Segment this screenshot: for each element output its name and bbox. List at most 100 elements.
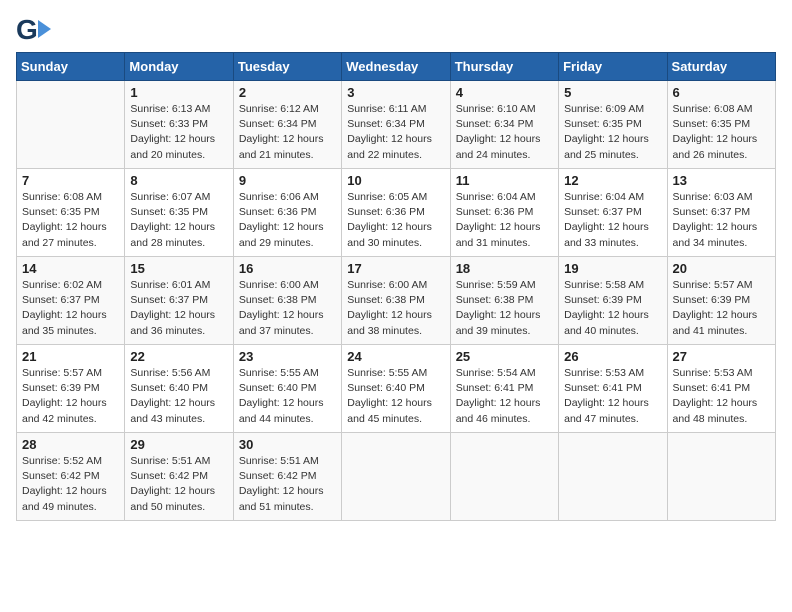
day-cell: 16 Sunrise: 6:00 AMSunset: 6:38 PMDayligh…: [233, 257, 341, 345]
calendar-table: SundayMondayTuesdayWednesdayThursdayFrid…: [16, 52, 776, 521]
day-number: 29: [130, 437, 227, 452]
week-row-4: 21 Sunrise: 5:57 AMSunset: 6:39 PMDayligh…: [17, 345, 776, 433]
day-cell: 30 Sunrise: 5:51 AMSunset: 6:42 PMDayligh…: [233, 433, 341, 521]
day-number: 20: [673, 261, 770, 276]
day-number: 6: [673, 85, 770, 100]
day-cell: 13Sunrise: 6:03 AMSunset: 6:37 PMDayligh…: [667, 169, 775, 257]
day-cell: 5 Sunrise: 6:09 AMSunset: 6:35 PMDaylight…: [559, 81, 667, 169]
logo-arrow-icon: [38, 20, 51, 38]
day-cell: 17 Sunrise: 6:00 AMSunset: 6:38 PMDayligh…: [342, 257, 450, 345]
day-cell: [667, 433, 775, 521]
week-row-3: 14 Sunrise: 6:02 AMSunset: 6:37 PMDayligh…: [17, 257, 776, 345]
day-number: 19: [564, 261, 661, 276]
day-info: Sunrise: 5:58 AMSunset: 6:39 PMDaylight:…: [564, 278, 661, 339]
day-cell: 25 Sunrise: 5:54 AMSunset: 6:41 PMDayligh…: [450, 345, 558, 433]
header-day-monday: Monday: [125, 53, 233, 81]
day-info: Sunrise: 5:51 AMSunset: 6:42 PMDaylight:…: [130, 454, 227, 515]
calendar-header: SundayMondayTuesdayWednesdayThursdayFrid…: [17, 53, 776, 81]
day-cell: 7 Sunrise: 6:08 AMSunset: 6:35 PMDaylight…: [17, 169, 125, 257]
day-cell: 23Sunrise: 5:55 AMSunset: 6:40 PMDayligh…: [233, 345, 341, 433]
day-cell: 24 Sunrise: 5:55 AMSunset: 6:40 PMDayligh…: [342, 345, 450, 433]
day-number: 28: [22, 437, 119, 452]
header-day-thursday: Thursday: [450, 53, 558, 81]
day-cell: 29 Sunrise: 5:51 AMSunset: 6:42 PMDayligh…: [125, 433, 233, 521]
day-info: Sunrise: 6:05 AMSunset: 6:36 PMDaylight:…: [347, 190, 444, 251]
day-cell: 11 Sunrise: 6:04 AMSunset: 6:36 PMDayligh…: [450, 169, 558, 257]
day-info: Sunrise: 5:59 AMSunset: 6:38 PMDaylight:…: [456, 278, 553, 339]
day-info: Sunrise: 6:08 AMSunset: 6:35 PMDaylight:…: [22, 190, 119, 251]
day-info: Sunrise: 5:55 AMSunset: 6:40 PMDaylight:…: [347, 366, 444, 427]
day-info: Sunrise: 6:07 AMSunset: 6:35 PMDaylight:…: [130, 190, 227, 251]
day-cell: 28Sunrise: 5:52 AMSunset: 6:42 PMDayligh…: [17, 433, 125, 521]
day-number: 8: [130, 173, 227, 188]
day-info: Sunrise: 5:56 AMSunset: 6:40 PMDaylight:…: [130, 366, 227, 427]
day-cell: 9 Sunrise: 6:06 AMSunset: 6:36 PMDaylight…: [233, 169, 341, 257]
day-number: 14: [22, 261, 119, 276]
day-cell: 6 Sunrise: 6:08 AMSunset: 6:35 PMDaylight…: [667, 81, 775, 169]
day-number: 1: [130, 85, 227, 100]
day-number: 9: [239, 173, 336, 188]
day-info: Sunrise: 5:53 AMSunset: 6:41 PMDaylight:…: [564, 366, 661, 427]
day-cell: 8 Sunrise: 6:07 AMSunset: 6:35 PMDaylight…: [125, 169, 233, 257]
day-number: 2: [239, 85, 336, 100]
day-number: 17: [347, 261, 444, 276]
day-number: 11: [456, 173, 553, 188]
day-cell: 15Sunrise: 6:01 AMSunset: 6:37 PMDayligh…: [125, 257, 233, 345]
day-info: Sunrise: 6:04 AMSunset: 6:37 PMDaylight:…: [564, 190, 661, 251]
day-number: 5: [564, 85, 661, 100]
day-info: Sunrise: 6:13 AMSunset: 6:33 PMDaylight:…: [130, 102, 227, 163]
day-info: Sunrise: 5:54 AMSunset: 6:41 PMDaylight:…: [456, 366, 553, 427]
page-header: G: [16, 16, 776, 44]
day-cell: [450, 433, 558, 521]
header-row: SundayMondayTuesdayWednesdayThursdayFrid…: [17, 53, 776, 81]
day-info: Sunrise: 5:57 AMSunset: 6:39 PMDaylight:…: [673, 278, 770, 339]
logo: G: [16, 16, 55, 44]
day-info: Sunrise: 6:02 AMSunset: 6:37 PMDaylight:…: [22, 278, 119, 339]
day-number: 7: [22, 173, 119, 188]
day-number: 22: [130, 349, 227, 364]
header-day-sunday: Sunday: [17, 53, 125, 81]
day-number: 24: [347, 349, 444, 364]
day-cell: 20 Sunrise: 5:57 AMSunset: 6:39 PMDayligh…: [667, 257, 775, 345]
day-info: Sunrise: 6:00 AMSunset: 6:38 PMDaylight:…: [347, 278, 444, 339]
day-cell: 19 Sunrise: 5:58 AMSunset: 6:39 PMDayligh…: [559, 257, 667, 345]
day-info: Sunrise: 6:11 AMSunset: 6:34 PMDaylight:…: [347, 102, 444, 163]
day-cell: 14 Sunrise: 6:02 AMSunset: 6:37 PMDayligh…: [17, 257, 125, 345]
day-number: 26: [564, 349, 661, 364]
day-cell: [559, 433, 667, 521]
day-info: Sunrise: 6:08 AMSunset: 6:35 PMDaylight:…: [673, 102, 770, 163]
day-number: 30: [239, 437, 336, 452]
day-number: 21: [22, 349, 119, 364]
day-cell: 2Sunrise: 6:12 AMSunset: 6:34 PMDaylight…: [233, 81, 341, 169]
day-number: 13: [673, 173, 770, 188]
day-cell: 27Sunrise: 5:53 AMSunset: 6:41 PMDayligh…: [667, 345, 775, 433]
day-number: 25: [456, 349, 553, 364]
day-cell: [17, 81, 125, 169]
day-info: Sunrise: 5:51 AMSunset: 6:42 PMDaylight:…: [239, 454, 336, 515]
week-row-5: 28Sunrise: 5:52 AMSunset: 6:42 PMDayligh…: [17, 433, 776, 521]
week-row-2: 7 Sunrise: 6:08 AMSunset: 6:35 PMDaylight…: [17, 169, 776, 257]
calendar-body: 1 Sunrise: 6:13 AMSunset: 6:33 PMDaylight…: [17, 81, 776, 521]
week-row-1: 1 Sunrise: 6:13 AMSunset: 6:33 PMDaylight…: [17, 81, 776, 169]
logo-g-letter: G: [16, 16, 38, 44]
logo-icon: G: [16, 16, 51, 44]
day-info: Sunrise: 6:04 AMSunset: 6:36 PMDaylight:…: [456, 190, 553, 251]
day-cell: 18 Sunrise: 5:59 AMSunset: 6:38 PMDayligh…: [450, 257, 558, 345]
day-cell: 3Sunrise: 6:11 AMSunset: 6:34 PMDaylight…: [342, 81, 450, 169]
day-info: Sunrise: 6:09 AMSunset: 6:35 PMDaylight:…: [564, 102, 661, 163]
day-number: 10: [347, 173, 444, 188]
day-info: Sunrise: 6:00 AMSunset: 6:38 PMDaylight:…: [239, 278, 336, 339]
day-number: 12: [564, 173, 661, 188]
day-number: 16: [239, 261, 336, 276]
header-day-saturday: Saturday: [667, 53, 775, 81]
day-number: 18: [456, 261, 553, 276]
day-cell: 21 Sunrise: 5:57 AMSunset: 6:39 PMDayligh…: [17, 345, 125, 433]
header-day-wednesday: Wednesday: [342, 53, 450, 81]
day-info: Sunrise: 6:06 AMSunset: 6:36 PMDaylight:…: [239, 190, 336, 251]
header-day-friday: Friday: [559, 53, 667, 81]
day-cell: 1 Sunrise: 6:13 AMSunset: 6:33 PMDaylight…: [125, 81, 233, 169]
header-day-tuesday: Tuesday: [233, 53, 341, 81]
day-cell: 22 Sunrise: 5:56 AMSunset: 6:40 PMDayligh…: [125, 345, 233, 433]
day-info: Sunrise: 5:57 AMSunset: 6:39 PMDaylight:…: [22, 366, 119, 427]
day-number: 23: [239, 349, 336, 364]
